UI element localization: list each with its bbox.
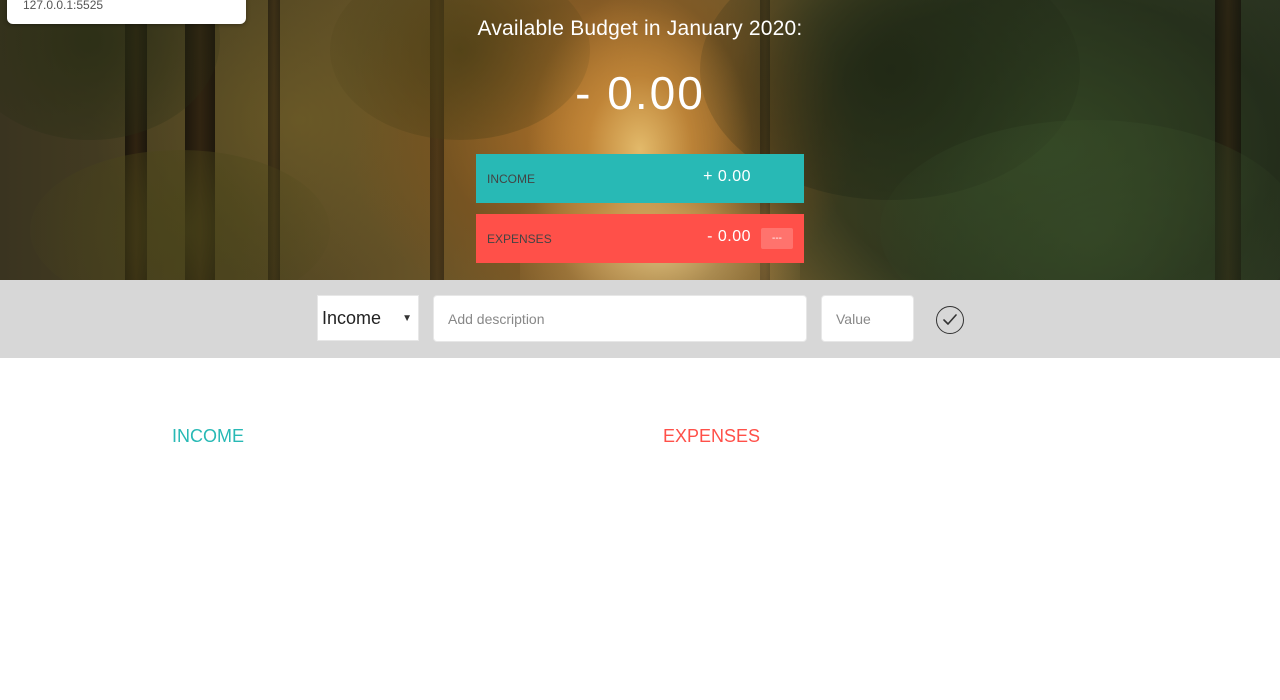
type-select-value: Income [322, 308, 382, 328]
hero-background: Available Budget in January 2020: - 0.00… [0, 0, 1280, 280]
expenses-percentage-badge: --- [761, 228, 793, 249]
expenses-summary-value: - 0.00 [707, 228, 751, 245]
income-summary-label: INCOME [487, 172, 535, 186]
add-button[interactable] [936, 306, 964, 334]
url-tooltip: 127.0.0.1:5525 [7, 0, 246, 24]
add-bar: Income ▼ [0, 280, 1280, 358]
type-select[interactable]: Income ▼ [317, 295, 419, 341]
expenses-list-title: EXPENSES [663, 426, 761, 446]
income-list-title: INCOME [172, 426, 244, 446]
checkmark-circle-icon [943, 314, 957, 325]
expenses-summary-label: EXPENSES [487, 232, 552, 246]
budget-value: - 0.00 [575, 67, 705, 119]
dropdown-arrow-icon: ▼ [402, 313, 412, 324]
foliage [30, 150, 330, 280]
expenses-summary: EXPENSES - 0.00 --- [476, 214, 804, 263]
income-summary-value: + 0.00 [703, 168, 751, 185]
value-input[interactable] [821, 295, 914, 342]
income-summary: INCOME + 0.00 [476, 154, 804, 203]
description-input[interactable] [433, 295, 807, 342]
